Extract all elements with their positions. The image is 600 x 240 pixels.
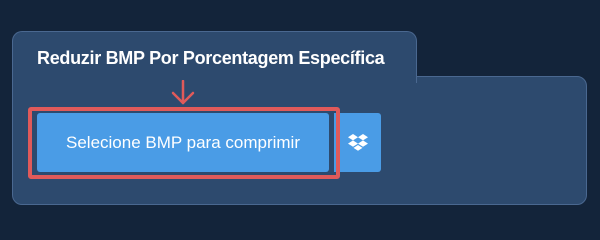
tab-title: Reduzir BMP Por Porcentagem Específica <box>37 48 385 68</box>
dropbox-button[interactable] <box>334 113 381 172</box>
arrow-down-icon <box>171 80 195 105</box>
select-bmp-button-label: Selecione BMP para comprimir <box>66 132 300 152</box>
tab-reduce-bmp[interactable]: Reduzir BMP Por Porcentagem Específica <box>12 31 417 83</box>
dropbox-icon <box>347 133 368 151</box>
select-bmp-button[interactable]: Selecione BMP para comprimir <box>37 113 329 172</box>
